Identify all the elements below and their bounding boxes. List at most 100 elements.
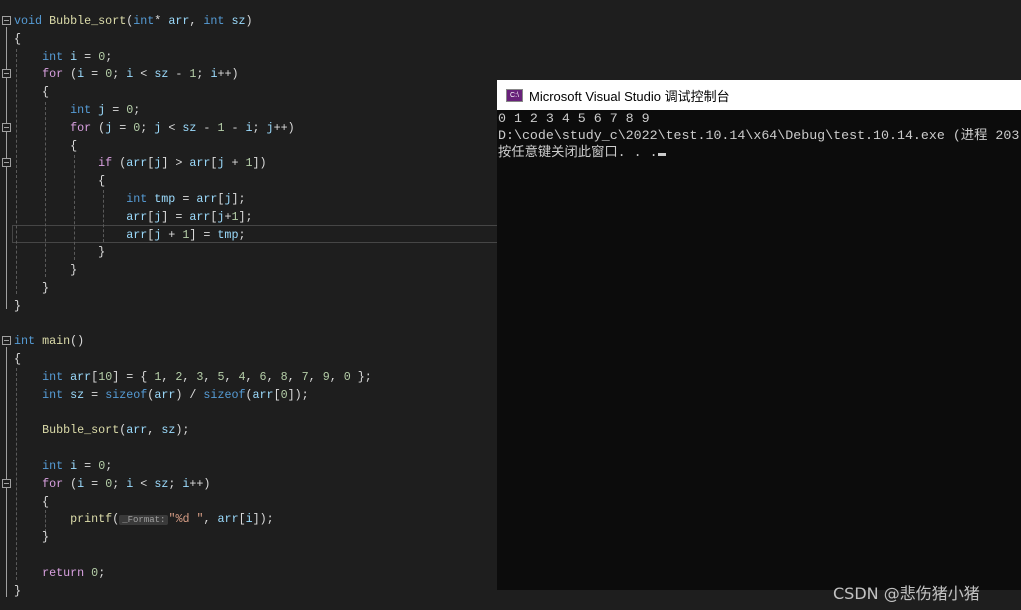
- code-line: arr[j] = arr[j+1];: [14, 208, 252, 226]
- code-token: (: [245, 387, 253, 402]
- code-token: sz: [70, 387, 85, 402]
- code-line: }: [14, 582, 21, 600]
- code-token: ] =: [189, 227, 218, 242]
- code-token: 4: [238, 370, 246, 384]
- code-token: (): [70, 334, 85, 349]
- code-token: ,: [308, 370, 323, 384]
- code-token: }: [14, 281, 50, 295]
- code-token: =: [175, 192, 197, 206]
- code-token: =: [105, 103, 127, 117]
- code-token: arr: [217, 512, 239, 527]
- code-token: -: [224, 120, 246, 135]
- code-token: ,: [189, 14, 204, 28]
- code-token: {: [14, 494, 50, 509]
- code-token: <: [133, 476, 155, 491]
- code-token: ]);: [287, 387, 309, 402]
- code-token: ,: [147, 423, 162, 438]
- console-output-line: 0 1 2 3 4 5 6 7 8 9: [498, 111, 650, 126]
- debug-console-window[interactable]: C:\ Microsoft Visual Studio 调试控制台 0 1 2 …: [497, 80, 1021, 590]
- code-token: {: [14, 138, 78, 153]
- code-line: }: [14, 243, 105, 261]
- code-token: {: [14, 85, 50, 100]
- collapse-toggle-icon[interactable]: [2, 336, 11, 346]
- code-token: ;: [105, 49, 113, 64]
- code-token: ) /: [175, 387, 204, 402]
- code-token: {: [14, 31, 22, 46]
- collapse-toggle-icon[interactable]: [2, 122, 11, 132]
- code-token: }: [14, 263, 78, 278]
- code-token: printf: [70, 512, 113, 527]
- code-token: ]);: [252, 512, 274, 527]
- console-title-bar[interactable]: C:\ Microsoft Visual Studio 调试控制台: [497, 80, 1021, 110]
- code-token: {: [14, 352, 22, 367]
- code-token: ]): [252, 156, 267, 171]
- code-token: ] >: [161, 156, 190, 171]
- code-token: 0: [280, 387, 288, 402]
- code-line: int main(): [14, 332, 84, 350]
- code-line: void Bubble_sort(int* arr, int sz): [14, 12, 253, 30]
- code-token: arr: [126, 156, 148, 171]
- collapse-toggle-icon[interactable]: [2, 478, 11, 488]
- code-token: ++): [273, 120, 295, 135]
- code-token: for: [42, 67, 64, 82]
- collapse-toggle-icon[interactable]: [2, 158, 11, 168]
- code-token: =: [112, 120, 134, 135]
- code-token: arr: [70, 370, 92, 384]
- code-token: sz: [154, 67, 169, 82]
- code-token: ,: [203, 512, 218, 527]
- code-token: j: [266, 120, 274, 135]
- code-token: 8: [280, 370, 288, 384]
- code-token: {: [14, 174, 106, 189]
- code-token: arr: [196, 192, 218, 206]
- code-token: -: [168, 67, 190, 82]
- code-token: 7: [301, 370, 309, 384]
- code-line: Bubble_sort(arr, sz);: [14, 421, 189, 439]
- code-token: 1: [245, 156, 253, 171]
- code-token: =: [84, 387, 106, 402]
- code-token: sz: [161, 423, 176, 438]
- code-line: {: [14, 83, 49, 101]
- code-token: arr: [126, 209, 148, 224]
- code-token: ,: [329, 370, 344, 384]
- code-line: return 0;: [14, 564, 105, 582]
- code-token: Bubble_sort: [49, 14, 127, 28]
- code-token: tmp: [217, 227, 239, 242]
- code-token: ;: [112, 476, 127, 491]
- code-token: (: [63, 476, 78, 491]
- code-token: ++): [189, 476, 211, 491]
- code-token: ;: [98, 565, 106, 580]
- code-token: if: [98, 156, 113, 171]
- code-token: -: [196, 120, 218, 135]
- code-token: ,: [266, 370, 281, 384]
- code-token: ;: [252, 120, 267, 135]
- collapse-toggle-icon[interactable]: [2, 16, 11, 25]
- code-token: };: [350, 370, 372, 384]
- code-token: [: [238, 512, 246, 527]
- code-token: ] = {: [112, 370, 155, 384]
- code-token: sz: [154, 476, 169, 491]
- collapse-toggle-icon[interactable]: [2, 69, 11, 79]
- code-token: arr: [189, 156, 211, 171]
- code-token: i: [245, 120, 253, 135]
- code-token: tmp: [154, 192, 176, 206]
- console-output-line: D:\code\study_c\2022\test.10.14\x64\Debu…: [498, 128, 1020, 143]
- code-token: 10: [98, 370, 113, 384]
- code-token: sizeof: [105, 387, 148, 402]
- code-token: }: [14, 245, 106, 260]
- code-line: {: [14, 350, 21, 368]
- code-token: arr: [252, 387, 274, 402]
- code-token: int: [14, 334, 36, 349]
- code-token: int: [42, 49, 64, 64]
- code-token: }: [14, 298, 22, 313]
- code-token: ,: [224, 370, 239, 384]
